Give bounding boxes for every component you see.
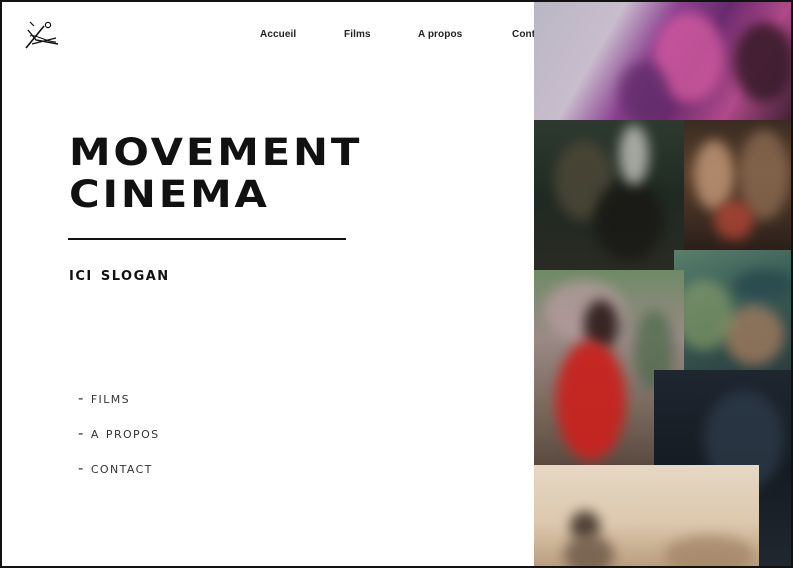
nav-films[interactable]: Films — [344, 29, 371, 40]
nav-accueil[interactable]: Accueil — [260, 29, 296, 40]
top-nav: Accueil Films A propos Contact — [2, 29, 562, 45]
menu-dash: - — [78, 424, 85, 442]
film-collage — [534, 2, 791, 566]
side-menu: - FILMS -A PrOPOS - CONTACT — [78, 389, 160, 494]
side-menu-item-a-propos[interactable]: -A PrOPOS — [78, 424, 160, 459]
title-divider — [68, 238, 346, 240]
side-menu-label: CONTACT — [90, 459, 153, 477]
title-line-1: MOVEMENT — [69, 131, 363, 174]
film-still-portrait[interactable] — [684, 120, 791, 250]
page-title: MOVEMENT CINEMA — [69, 132, 362, 216]
menu-dash: - — [78, 389, 85, 407]
side-menu-item-films[interactable]: - FILMS — [78, 389, 160, 424]
side-menu-label: FILMS — [90, 389, 131, 407]
side-menu-label: A PrOPOS — [90, 424, 160, 442]
slogan: ICI SLOGan — [69, 263, 170, 285]
title-line-2: CINEMA — [69, 173, 270, 216]
nav-a-propos[interactable]: A propos — [418, 29, 462, 40]
film-still-purple[interactable] — [534, 2, 791, 120]
film-still-man-cap[interactable] — [674, 250, 791, 370]
film-still-beige[interactable] — [534, 465, 759, 566]
side-menu-item-contact[interactable]: - CONTACT — [78, 459, 160, 494]
page: Accueil Films A propos Contact MOVEMENT … — [0, 0, 793, 568]
film-still-dark-room[interactable] — [534, 120, 684, 270]
menu-dash: - — [78, 459, 85, 477]
